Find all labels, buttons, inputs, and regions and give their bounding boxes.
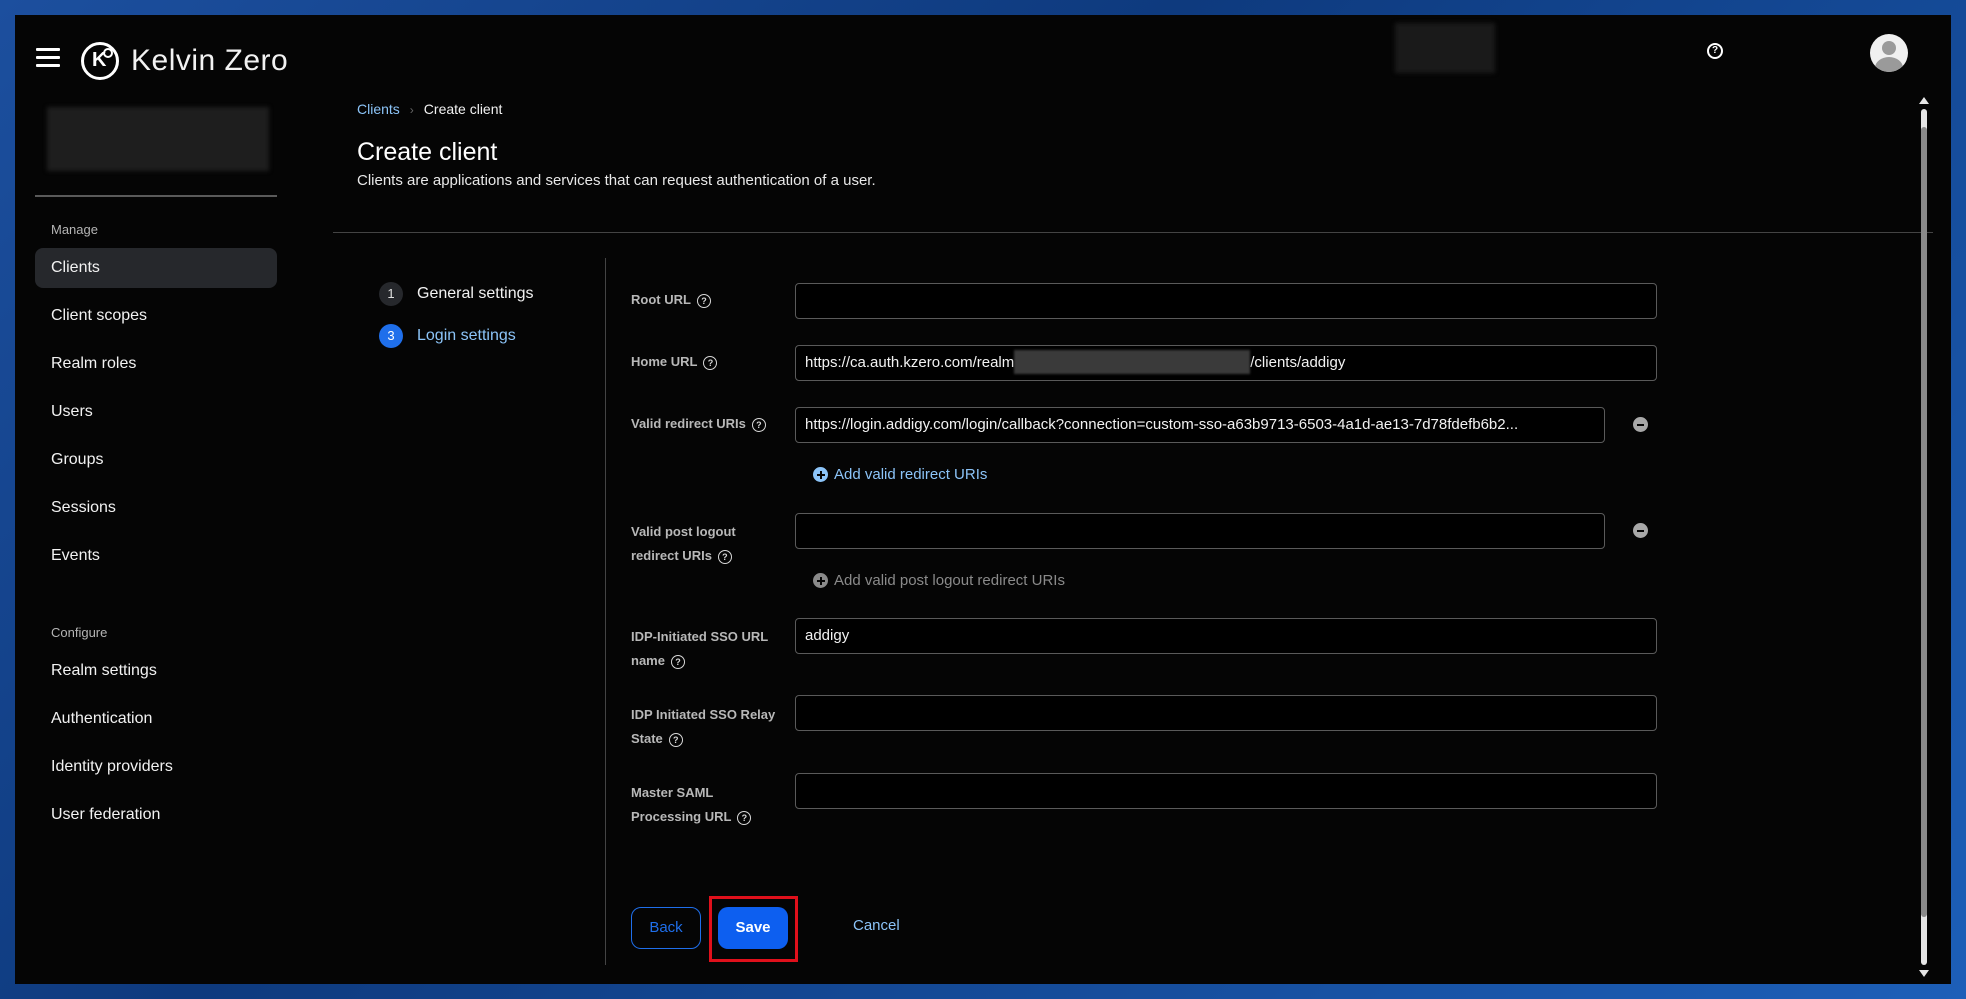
page-description: Clients are applications and services th… — [357, 172, 876, 189]
help-icon[interactable]: ? — [737, 810, 752, 825]
sidebar-item-authentication[interactable]: Authentication — [35, 699, 277, 739]
idp-sso-url-name-input[interactable]: addigy — [795, 618, 1657, 654]
valid-post-logout-label: Valid post logout redirect URIs? — [631, 524, 736, 564]
save-button[interactable]: Save — [718, 907, 788, 949]
sidebar-item-events[interactable]: Events — [35, 536, 277, 576]
valid-redirect-uri-input[interactable]: https://login.addigy.com/login/callback?… — [795, 407, 1605, 443]
step-number: 1 — [379, 282, 403, 306]
cancel-button[interactable]: Cancel — [853, 917, 900, 934]
valid-post-logout-input[interactable] — [795, 513, 1605, 549]
help-icon[interactable]: ? — [670, 654, 685, 669]
scroll-thumb[interactable] — [1921, 127, 1927, 917]
add-valid-redirect-uri-button[interactable]: Add valid redirect URIs — [813, 466, 987, 483]
sidebar-item-identity-providers[interactable]: Identity providers — [35, 747, 277, 787]
plus-circle-icon — [813, 467, 828, 482]
root-url-input[interactable] — [795, 283, 1657, 319]
master-saml-input[interactable] — [795, 773, 1657, 809]
scroll-down-arrow-icon[interactable] — [1919, 970, 1929, 977]
redacted-realm — [1014, 349, 1251, 374]
sidebar-item-client-scopes[interactable]: Client scopes — [35, 296, 277, 336]
home-url-input[interactable]: https://ca.auth.kzero.com/realm/clients/… — [795, 345, 1657, 381]
help-icon[interactable]: ? — [1707, 43, 1723, 59]
breadcrumb: Clients › Create client — [357, 101, 502, 117]
help-icon[interactable]: ? — [717, 549, 732, 564]
add-valid-post-logout-uri-button[interactable]: Add valid post logout redirect URIs — [813, 572, 1065, 589]
redacted-username[interactable] — [1395, 23, 1495, 73]
header-divider — [333, 232, 1933, 233]
step-number: 3 — [379, 324, 403, 348]
brand-logo[interactable]: K Kelvin Zero — [81, 42, 288, 80]
breadcrumb-current: Create client — [423, 101, 503, 117]
kelvin-zero-logo-icon: K — [81, 42, 119, 80]
sidebar-item-realm-settings[interactable]: Realm settings — [35, 651, 277, 691]
valid-redirect-uris-label: Valid redirect URIs? — [631, 412, 766, 436]
manage-section-title: Manage — [51, 222, 98, 237]
step-label: General settings — [417, 285, 534, 302]
help-icon[interactable]: ? — [668, 732, 683, 747]
help-icon[interactable]: ? — [696, 293, 711, 308]
sidebar-item-users[interactable]: Users — [35, 392, 277, 432]
app-window: K Kelvin Zero ? Manage Clients Client sc… — [15, 15, 1951, 984]
back-button[interactable]: Back — [631, 907, 701, 949]
wizard-divider — [605, 258, 606, 965]
sidebar-item-groups[interactable]: Groups — [35, 440, 277, 480]
remove-redirect-uri-icon[interactable] — [1633, 417, 1648, 432]
idp-relay-state-label: IDP Initiated SSO Relay State? — [631, 707, 776, 747]
user-avatar-icon[interactable] — [1870, 34, 1908, 72]
help-icon[interactable]: ? — [703, 355, 718, 370]
sidebar-item-clients[interactable]: Clients — [35, 248, 277, 288]
breadcrumb-clients-link[interactable]: Clients — [357, 101, 400, 117]
home-url-label: Home URL? — [631, 350, 718, 374]
step-general-settings[interactable]: 1 General settings — [379, 282, 534, 306]
configure-section-title: Configure — [51, 625, 108, 640]
breadcrumb-chevron-icon: › — [409, 103, 414, 117]
realm-selector[interactable] — [47, 107, 269, 171]
step-login-settings[interactable]: 3 Login settings — [379, 324, 516, 348]
remove-post-logout-uri-icon[interactable] — [1633, 523, 1648, 538]
help-icon[interactable]: ? — [751, 417, 766, 432]
hamburger-menu-icon[interactable] — [36, 48, 60, 68]
root-url-label: Root URL? — [631, 288, 711, 312]
main-scrollbar[interactable] — [1918, 97, 1930, 977]
sidebar-item-user-federation[interactable]: User federation — [35, 795, 277, 835]
page-title: Create client — [357, 138, 498, 166]
sidebar-divider — [35, 195, 277, 197]
idp-relay-state-input[interactable] — [795, 695, 1657, 731]
plus-circle-icon — [813, 573, 828, 588]
sidebar-item-sessions[interactable]: Sessions — [35, 488, 277, 528]
scroll-up-arrow-icon[interactable] — [1919, 97, 1929, 104]
sidebar-item-realm-roles[interactable]: Realm roles — [35, 344, 277, 384]
brand-name: Kelvin Zero — [131, 44, 289, 77]
step-label: Login settings — [417, 327, 516, 344]
idp-sso-url-name-label: IDP-Initiated SSO URL name? — [631, 629, 769, 669]
master-saml-label: Master SAML Processing URL? — [631, 781, 752, 829]
